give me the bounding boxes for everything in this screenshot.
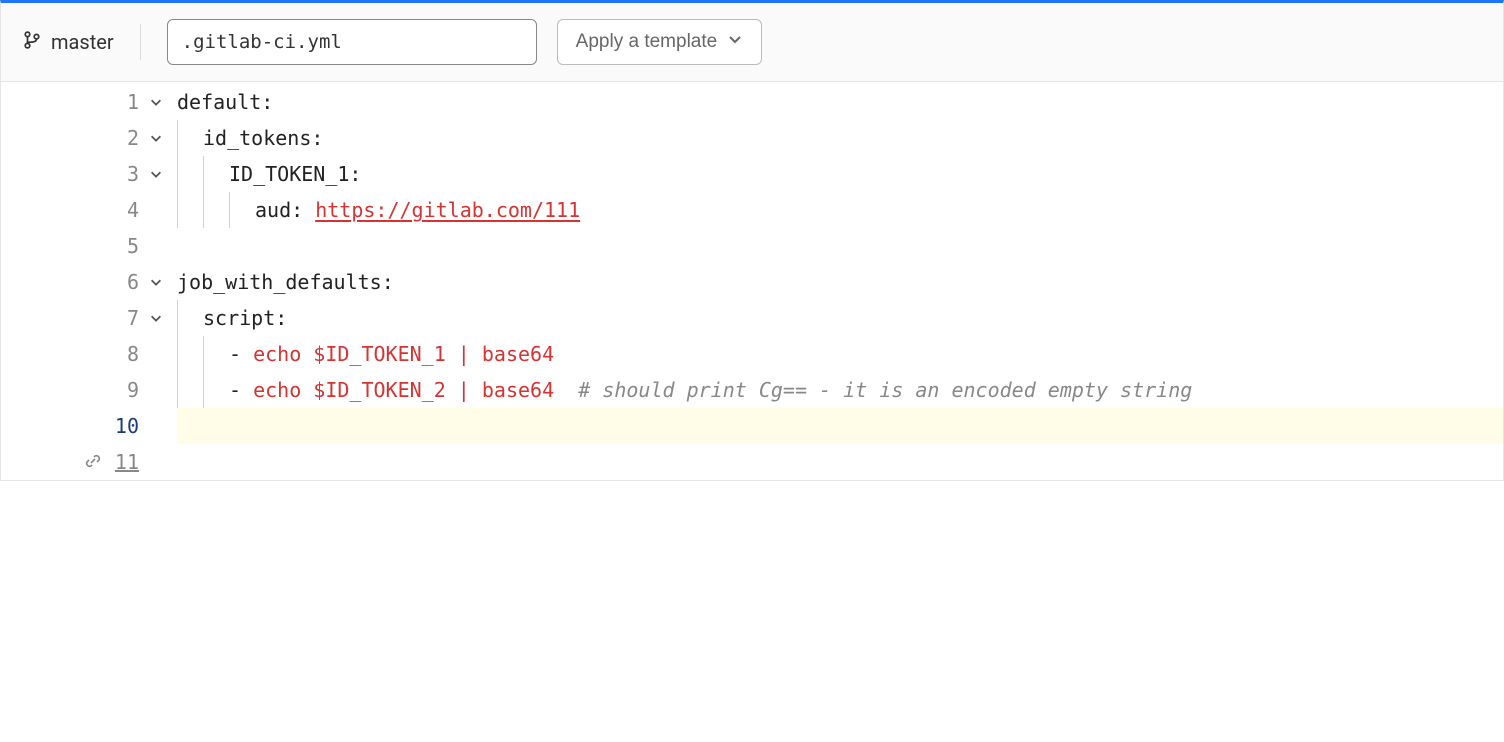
line-number[interactable]: 7 <box>109 300 139 336</box>
yaml-key: ID_TOKEN_1 <box>229 156 349 192</box>
yaml-dash: - <box>229 336 253 372</box>
line-number[interactable]: 5 <box>109 228 139 264</box>
yaml-colon: : <box>275 300 287 336</box>
code-line[interactable]: - echo $ID_TOKEN_1 | base64 <box>177 336 1503 372</box>
yaml-dash: - <box>229 372 253 408</box>
gutter-row: 3 <box>1 156 171 192</box>
code-line[interactable] <box>177 444 1503 480</box>
code-line[interactable]: default: <box>177 84 1503 120</box>
indent-guide <box>177 372 203 408</box>
code-line[interactable]: aud: https://gitlab.com/111 <box>177 192 1503 228</box>
line-number[interactable]: 1 <box>109 84 139 120</box>
gutter-row: 5 <box>1 228 171 264</box>
yaml-colon: : <box>291 192 315 228</box>
code-line[interactable] <box>177 408 1503 444</box>
yaml-key: aud <box>255 192 291 228</box>
gutter-row: 6 <box>1 264 171 300</box>
yaml-key: default <box>177 84 261 120</box>
indent-guide <box>203 372 229 408</box>
fold-toggle[interactable] <box>147 131 165 145</box>
yaml-url[interactable]: https://gitlab.com/111 <box>315 192 580 228</box>
indent-guide <box>203 336 229 372</box>
yaml-comment: # should print Cg== - it is an encoded e… <box>554 372 1192 408</box>
yaml-colon: : <box>261 84 273 120</box>
yaml-string: echo $ID_TOKEN_1 | base64 <box>253 336 554 372</box>
yaml-key: id_tokens <box>203 120 311 156</box>
indent-guide <box>177 156 203 192</box>
gutter-row: 1 <box>1 84 171 120</box>
indent-guide <box>229 192 255 228</box>
line-number[interactable]: 4 <box>109 192 139 228</box>
fold-toggle[interactable] <box>147 275 165 289</box>
indent-guide <box>177 336 203 372</box>
git-branch-icon <box>23 30 41 54</box>
apply-template-button[interactable]: Apply a template <box>557 19 763 65</box>
fold-toggle[interactable] <box>147 95 165 109</box>
yaml-key: script <box>203 300 275 336</box>
yaml-colon: : <box>382 264 394 300</box>
gutter-row: 9 <box>1 372 171 408</box>
indent-guide <box>177 120 203 156</box>
editor-panel: master Apply a template 1234567891011 de… <box>0 0 1504 481</box>
gutter-row: 10 <box>1 408 171 444</box>
branch-name: master <box>51 30 114 54</box>
indent-guide <box>203 156 229 192</box>
line-number[interactable]: 8 <box>109 336 139 372</box>
code-line[interactable]: ID_TOKEN_1: <box>177 156 1503 192</box>
code-editor[interactable]: 1234567891011 default:id_tokens:ID_TOKEN… <box>1 82 1503 480</box>
branch-selector[interactable]: master <box>23 26 114 58</box>
line-number[interactable]: 10 <box>109 408 139 444</box>
link-icon[interactable] <box>85 444 101 480</box>
gutter-row: 7 <box>1 300 171 336</box>
yaml-key: job_with_defaults <box>177 264 382 300</box>
chevron-down-icon <box>727 31 743 53</box>
line-number[interactable]: 9 <box>109 372 139 408</box>
code-line[interactable]: script: <box>177 300 1503 336</box>
filename-input[interactable] <box>167 19 537 65</box>
gutter-row: 11 <box>1 444 171 480</box>
editor-toolbar: master Apply a template <box>1 3 1503 82</box>
toolbar-divider <box>140 24 141 60</box>
yaml-colon: : <box>311 120 323 156</box>
indent-guide <box>177 300 203 336</box>
line-number[interactable]: 6 <box>109 264 139 300</box>
line-number[interactable]: 2 <box>109 120 139 156</box>
indent-guide <box>177 192 203 228</box>
gutter-row: 2 <box>1 120 171 156</box>
code-area[interactable]: default:id_tokens:ID_TOKEN_1:aud: https:… <box>171 84 1503 480</box>
yaml-colon: : <box>349 156 361 192</box>
code-line[interactable] <box>177 228 1503 264</box>
code-line[interactable]: - echo $ID_TOKEN_2 | base64 # should pri… <box>177 372 1503 408</box>
code-line[interactable]: job_with_defaults: <box>177 264 1503 300</box>
gutter-row: 4 <box>1 192 171 228</box>
line-gutter: 1234567891011 <box>1 84 171 480</box>
line-number[interactable]: 3 <box>109 156 139 192</box>
indent-guide <box>203 192 229 228</box>
fold-toggle[interactable] <box>147 311 165 325</box>
fold-toggle[interactable] <box>147 167 165 181</box>
gutter-row: 8 <box>1 336 171 372</box>
apply-template-label: Apply a template <box>576 31 718 53</box>
yaml-string: echo $ID_TOKEN_2 | base64 <box>253 372 554 408</box>
line-number[interactable]: 11 <box>109 444 139 480</box>
code-line[interactable]: id_tokens: <box>177 120 1503 156</box>
